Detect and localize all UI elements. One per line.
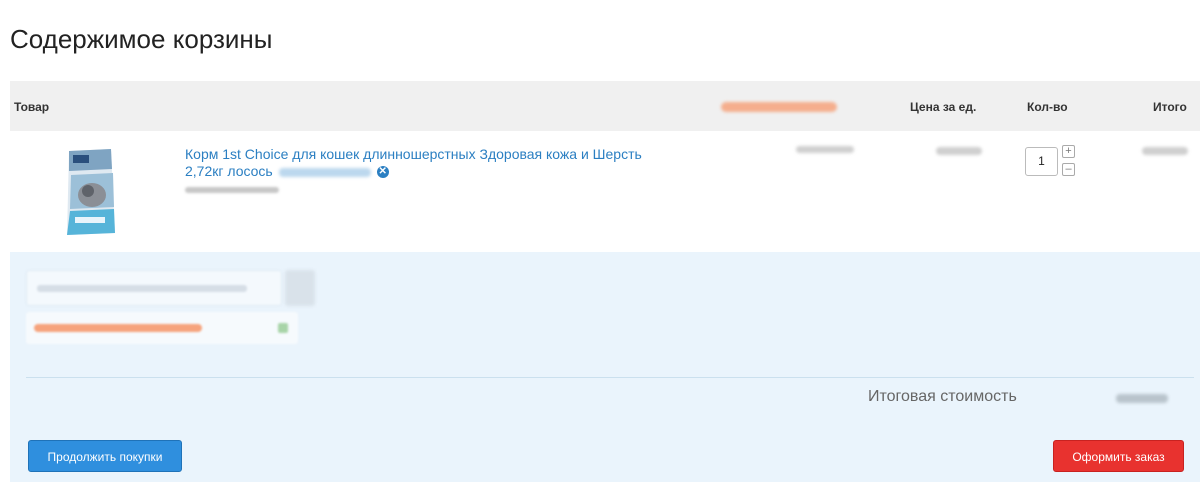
quantity-input[interactable]: 1 bbox=[1025, 147, 1058, 176]
bonus-option-text-redacted bbox=[34, 324, 202, 332]
promo-code-input[interactable] bbox=[26, 270, 282, 306]
quantity-decrease-button[interactable]: – bbox=[1062, 163, 1075, 176]
page-title: Содержимое корзины bbox=[10, 24, 273, 54]
bonus-option[interactable] bbox=[26, 312, 298, 344]
product-link[interactable]: Корм 1st Choice для кошек длинношерстных… bbox=[185, 146, 655, 180]
product-variant-redacted bbox=[278, 167, 371, 177]
product-image[interactable] bbox=[63, 145, 117, 239]
cart-item-row: Корм 1st Choice для кошек длинношерстных… bbox=[10, 131, 1200, 252]
total-value-redacted bbox=[1116, 394, 1168, 403]
summary-divider bbox=[26, 377, 1194, 378]
unit-price-redacted bbox=[936, 147, 982, 155]
column-header-bonus-redacted bbox=[721, 102, 837, 112]
promo-apply-button[interactable] bbox=[285, 270, 315, 306]
column-header-qty: Кол-во bbox=[1027, 100, 1068, 114]
bonus-check-icon bbox=[278, 323, 288, 333]
remove-item-icon[interactable]: ✕ bbox=[376, 166, 389, 179]
cart-summary-panel: Итоговая стоимость Продолжить покупки Оф… bbox=[10, 252, 1200, 482]
bonus-value-redacted bbox=[796, 146, 854, 153]
product-sku-redacted bbox=[185, 187, 279, 193]
cart-table-header: Товар Цена за ед. Кол-во Итого bbox=[10, 81, 1200, 131]
column-header-total: Итого bbox=[1153, 100, 1187, 114]
place-order-button[interactable]: Оформить заказ bbox=[1053, 440, 1184, 472]
promo-code-placeholder-redacted bbox=[37, 285, 247, 292]
line-total-redacted bbox=[1142, 147, 1188, 155]
continue-shopping-button[interactable]: Продолжить покупки bbox=[28, 440, 182, 472]
total-label: Итоговая стоимость bbox=[868, 388, 1017, 405]
column-header-price: Цена за ед. bbox=[910, 100, 977, 114]
column-header-product: Товар bbox=[14, 100, 50, 114]
quantity-increase-button[interactable]: + bbox=[1062, 145, 1075, 158]
product-name[interactable]: Корм 1st Choice для кошек длинношерстных… bbox=[185, 146, 642, 179]
